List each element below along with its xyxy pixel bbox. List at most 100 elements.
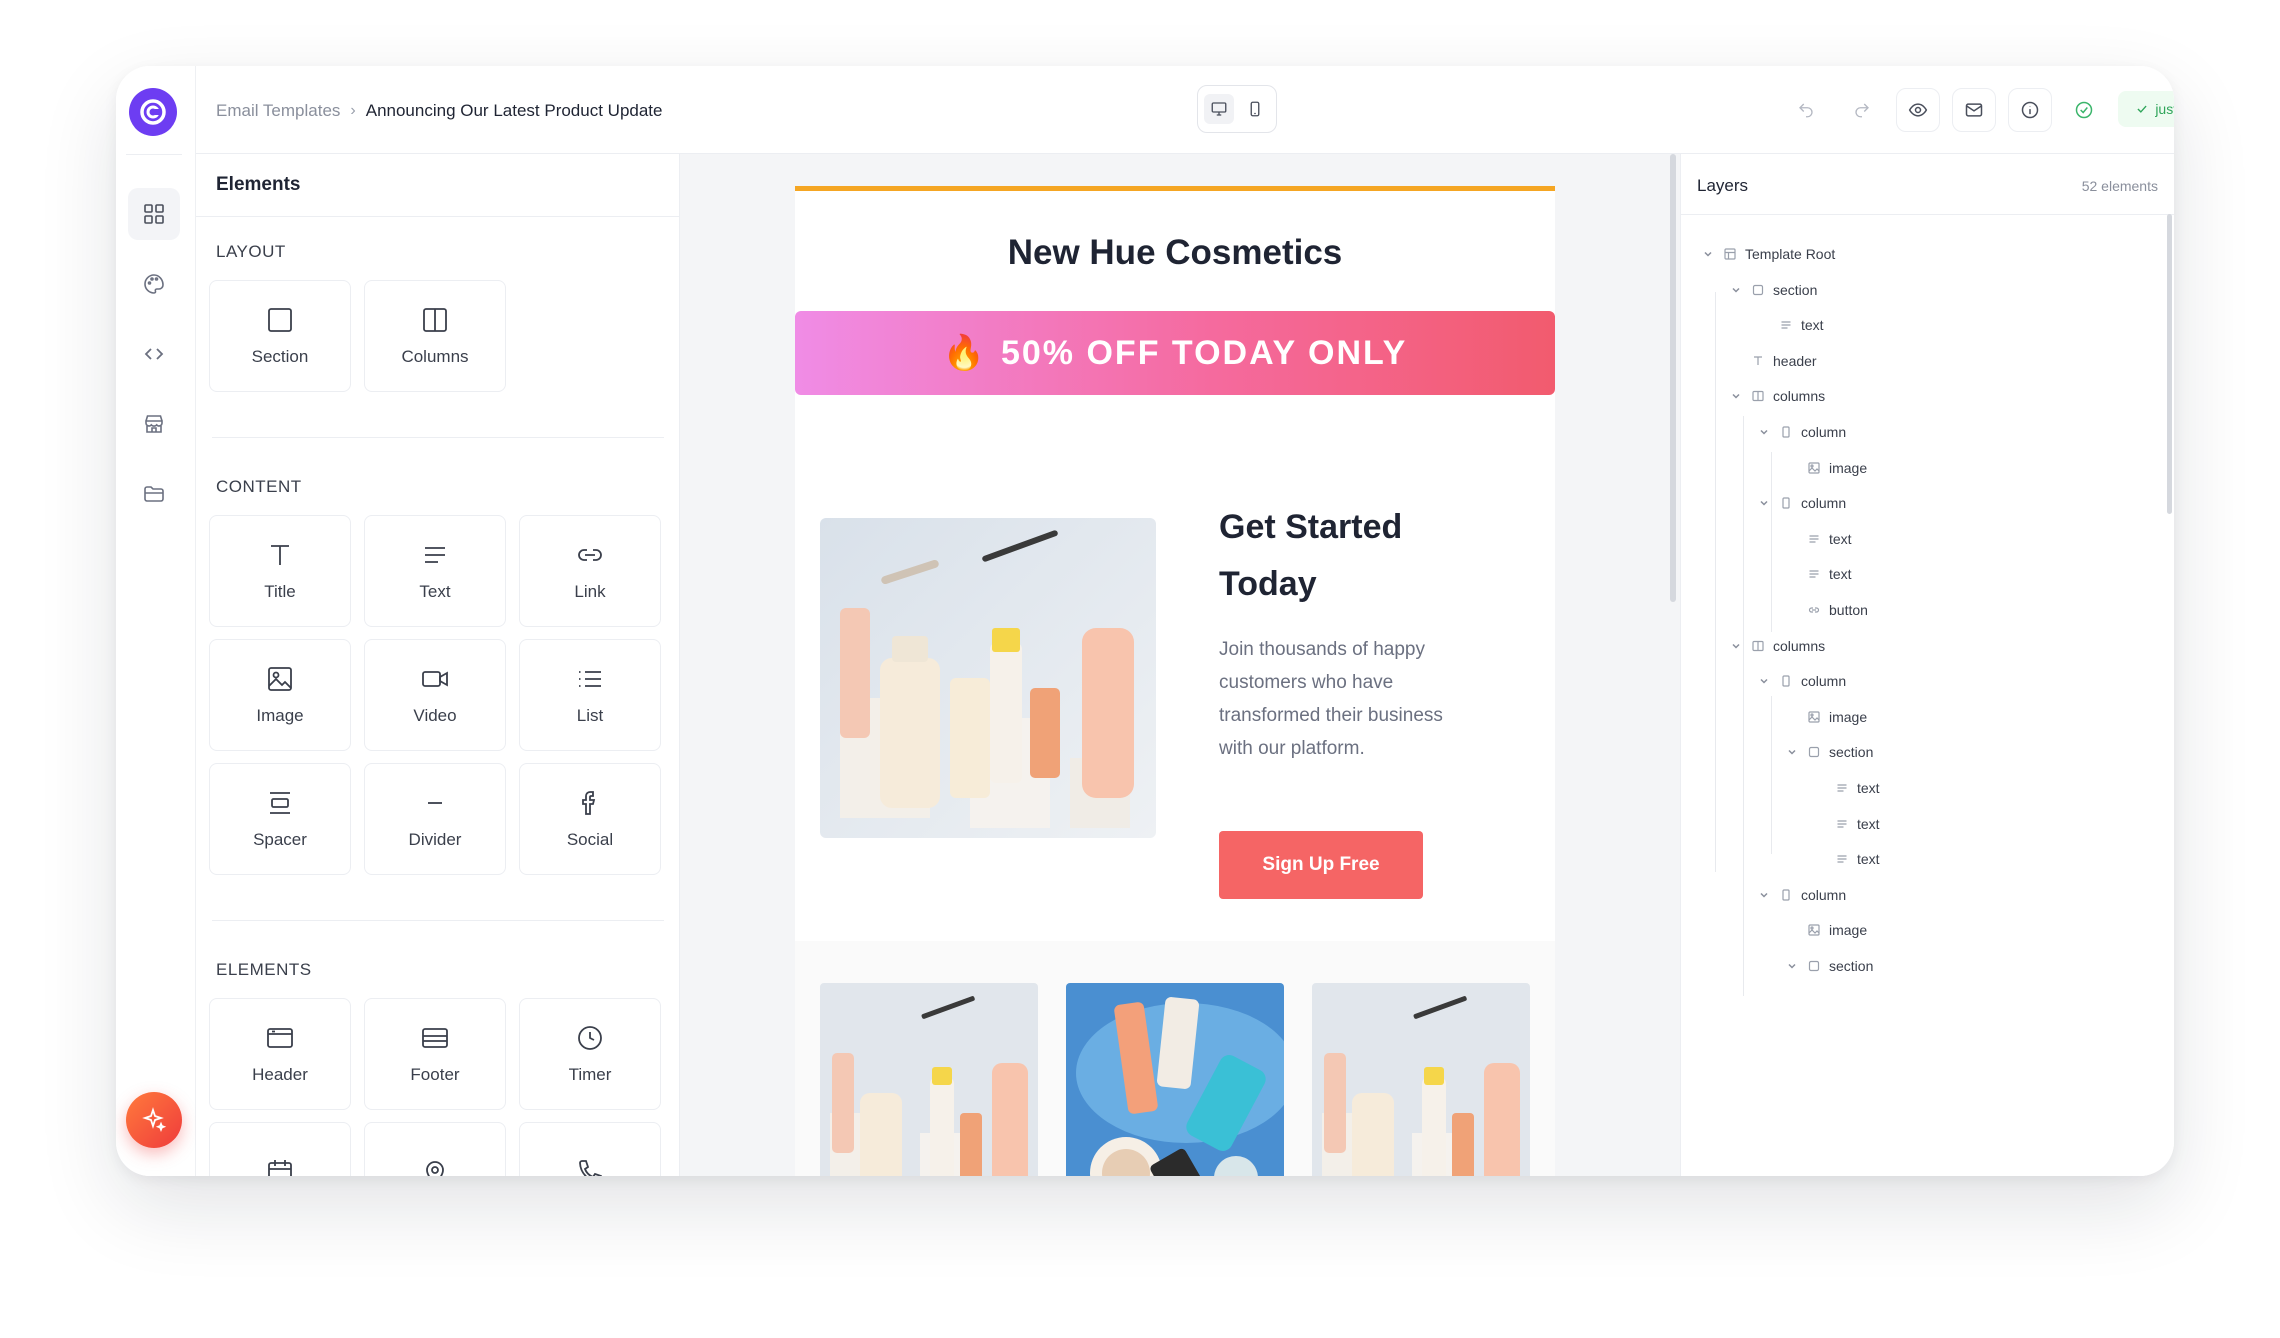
text-icon bbox=[425, 547, 445, 563]
chevron-down-icon[interactable] bbox=[1729, 639, 1743, 653]
canvas-scrollbar[interactable] bbox=[1670, 154, 1676, 602]
tile-list[interactable]: List bbox=[519, 639, 661, 751]
chevron-down-icon[interactable] bbox=[1729, 389, 1743, 403]
text-icon bbox=[1807, 532, 1821, 546]
column-icon bbox=[1779, 674, 1793, 688]
ai-assistant-button[interactable] bbox=[126, 1092, 182, 1148]
hero-body-text[interactable]: Join thousands of happy customers who ha… bbox=[1219, 633, 1479, 765]
layers-title: Layers bbox=[1697, 176, 1749, 195]
chevron-down-icon[interactable] bbox=[1757, 425, 1771, 439]
tile-phone[interactable] bbox=[519, 1122, 661, 1176]
tile-timer[interactable]: Timer bbox=[519, 998, 661, 1110]
layer-row-text[interactable]: text bbox=[1757, 310, 1824, 340]
rail-theme-button[interactable] bbox=[128, 258, 180, 310]
tile-map[interactable] bbox=[364, 1122, 506, 1176]
chevron-down-icon[interactable] bbox=[1757, 674, 1771, 688]
email-brand-title[interactable]: New Hue Cosmetics bbox=[795, 233, 1555, 273]
clock-icon bbox=[578, 1026, 602, 1050]
tile-title[interactable]: Title bbox=[209, 515, 351, 627]
chevron-down-icon[interactable] bbox=[1757, 888, 1771, 902]
saved-status-chip: just now bbox=[2118, 91, 2174, 127]
chevron-down-icon[interactable] bbox=[1785, 959, 1799, 973]
rail-code-button[interactable] bbox=[128, 328, 180, 380]
elements-panel: Elements LAYOUT Section Columns CONTENT … bbox=[196, 154, 680, 1176]
chevron-down-icon[interactable] bbox=[1701, 247, 1715, 261]
layer-label: column bbox=[1801, 424, 1847, 440]
layers-divider bbox=[1681, 214, 2174, 215]
email-body[interactable]: New Hue Cosmetics 🔥 50% OFF TODAY ONLY G… bbox=[795, 186, 1555, 1176]
tile-columns[interactable]: Columns bbox=[364, 280, 506, 392]
chevron-down-icon[interactable] bbox=[1757, 496, 1771, 510]
layer-row-template[interactable]: Template Root bbox=[1701, 239, 1835, 269]
store-icon bbox=[145, 415, 163, 433]
tile-video[interactable]: Video bbox=[364, 639, 506, 751]
layer-row-text[interactable]: text bbox=[1785, 559, 1852, 589]
section-divider bbox=[212, 920, 664, 921]
layer-row-column[interactable]: column bbox=[1757, 880, 1846, 910]
rail-elements-button[interactable] bbox=[128, 188, 180, 240]
layer-row-text[interactable]: text bbox=[1785, 524, 1852, 554]
saved-status-indicator bbox=[2062, 88, 2106, 132]
divider-icon bbox=[428, 802, 442, 804]
tile-social[interactable]: Social bbox=[519, 763, 661, 875]
tile-spacer[interactable]: Spacer bbox=[209, 763, 351, 875]
mobile-view-button[interactable] bbox=[1240, 94, 1270, 124]
send-test-email-button[interactable] bbox=[1952, 88, 1996, 132]
layer-row-text[interactable]: text bbox=[1813, 773, 1880, 803]
sign-up-button[interactable]: Sign Up Free bbox=[1219, 831, 1423, 899]
info-button[interactable] bbox=[2008, 88, 2052, 132]
video-icon bbox=[422, 671, 448, 687]
breadcrumb-email-templates[interactable]: Email Templates bbox=[216, 101, 340, 121]
tile-link[interactable]: Link bbox=[519, 515, 661, 627]
chevron-down-icon[interactable] bbox=[1785, 745, 1799, 759]
layer-row-columns[interactable]: columns bbox=[1729, 381, 1825, 411]
tile-footer[interactable]: Footer bbox=[364, 998, 506, 1110]
layer-row-header[interactable]: header bbox=[1729, 346, 1817, 376]
eye-icon bbox=[1908, 103, 1928, 117]
preview-button[interactable] bbox=[1896, 88, 1940, 132]
template-icon bbox=[1723, 247, 1737, 261]
layer-row-section[interactable]: section bbox=[1785, 951, 1873, 981]
tile-image[interactable]: Image bbox=[209, 639, 351, 751]
tile-header[interactable]: Header bbox=[209, 998, 351, 1110]
layer-label: section bbox=[1829, 958, 1874, 974]
hero-product-image[interactable] bbox=[820, 518, 1156, 838]
tile-divider[interactable]: Divider bbox=[364, 763, 506, 875]
product-image-3[interactable] bbox=[1312, 983, 1530, 1176]
mail-icon bbox=[1965, 103, 1983, 117]
layer-row-column[interactable]: column bbox=[1757, 417, 1846, 447]
image-icon bbox=[1807, 461, 1821, 475]
email-canvas[interactable]: New Hue Cosmetics 🔥 50% OFF TODAY ONLY G… bbox=[680, 154, 1680, 1176]
layers-scrollbar[interactable] bbox=[2167, 214, 2172, 514]
redo-button[interactable] bbox=[1840, 88, 1884, 132]
rail-store-button[interactable] bbox=[128, 398, 180, 450]
layer-row-text[interactable]: text bbox=[1813, 809, 1880, 839]
layer-row-image[interactable]: image bbox=[1785, 702, 1867, 732]
chevron-down-icon[interactable] bbox=[1729, 283, 1743, 297]
undo-button[interactable] bbox=[1784, 88, 1828, 132]
tile-label: Video bbox=[413, 706, 457, 725]
layer-row-button[interactable]: button bbox=[1785, 595, 1868, 625]
promo-banner[interactable]: 🔥 50% OFF TODAY ONLY bbox=[795, 311, 1555, 395]
image-icon bbox=[1807, 710, 1821, 724]
layer-row-column[interactable]: column bbox=[1757, 666, 1846, 696]
app-logo[interactable] bbox=[129, 88, 177, 136]
layer-row-image[interactable]: image bbox=[1785, 453, 1867, 483]
hero-heading[interactable]: Get Started Today bbox=[1219, 499, 1519, 613]
link-icon bbox=[578, 549, 602, 561]
layer-row-image[interactable]: image bbox=[1785, 915, 1867, 945]
layer-row-section[interactable]: section bbox=[1785, 737, 1873, 767]
tile-text[interactable]: Text bbox=[364, 515, 506, 627]
layer-row-text[interactable]: text bbox=[1813, 844, 1880, 874]
desktop-icon bbox=[1211, 102, 1227, 116]
product-image-2[interactable] bbox=[1066, 983, 1284, 1176]
tile-calendar[interactable] bbox=[209, 1122, 351, 1176]
rail-files-button[interactable] bbox=[128, 468, 180, 520]
tile-section[interactable]: Section bbox=[209, 280, 351, 392]
top-bar: Email Templates › Announcing Our Latest … bbox=[196, 66, 2174, 154]
layer-row-section[interactable]: section bbox=[1729, 275, 1817, 305]
desktop-view-button[interactable] bbox=[1204, 94, 1234, 124]
tile-label: Timer bbox=[568, 1065, 612, 1084]
product-image-1[interactable] bbox=[820, 983, 1038, 1176]
